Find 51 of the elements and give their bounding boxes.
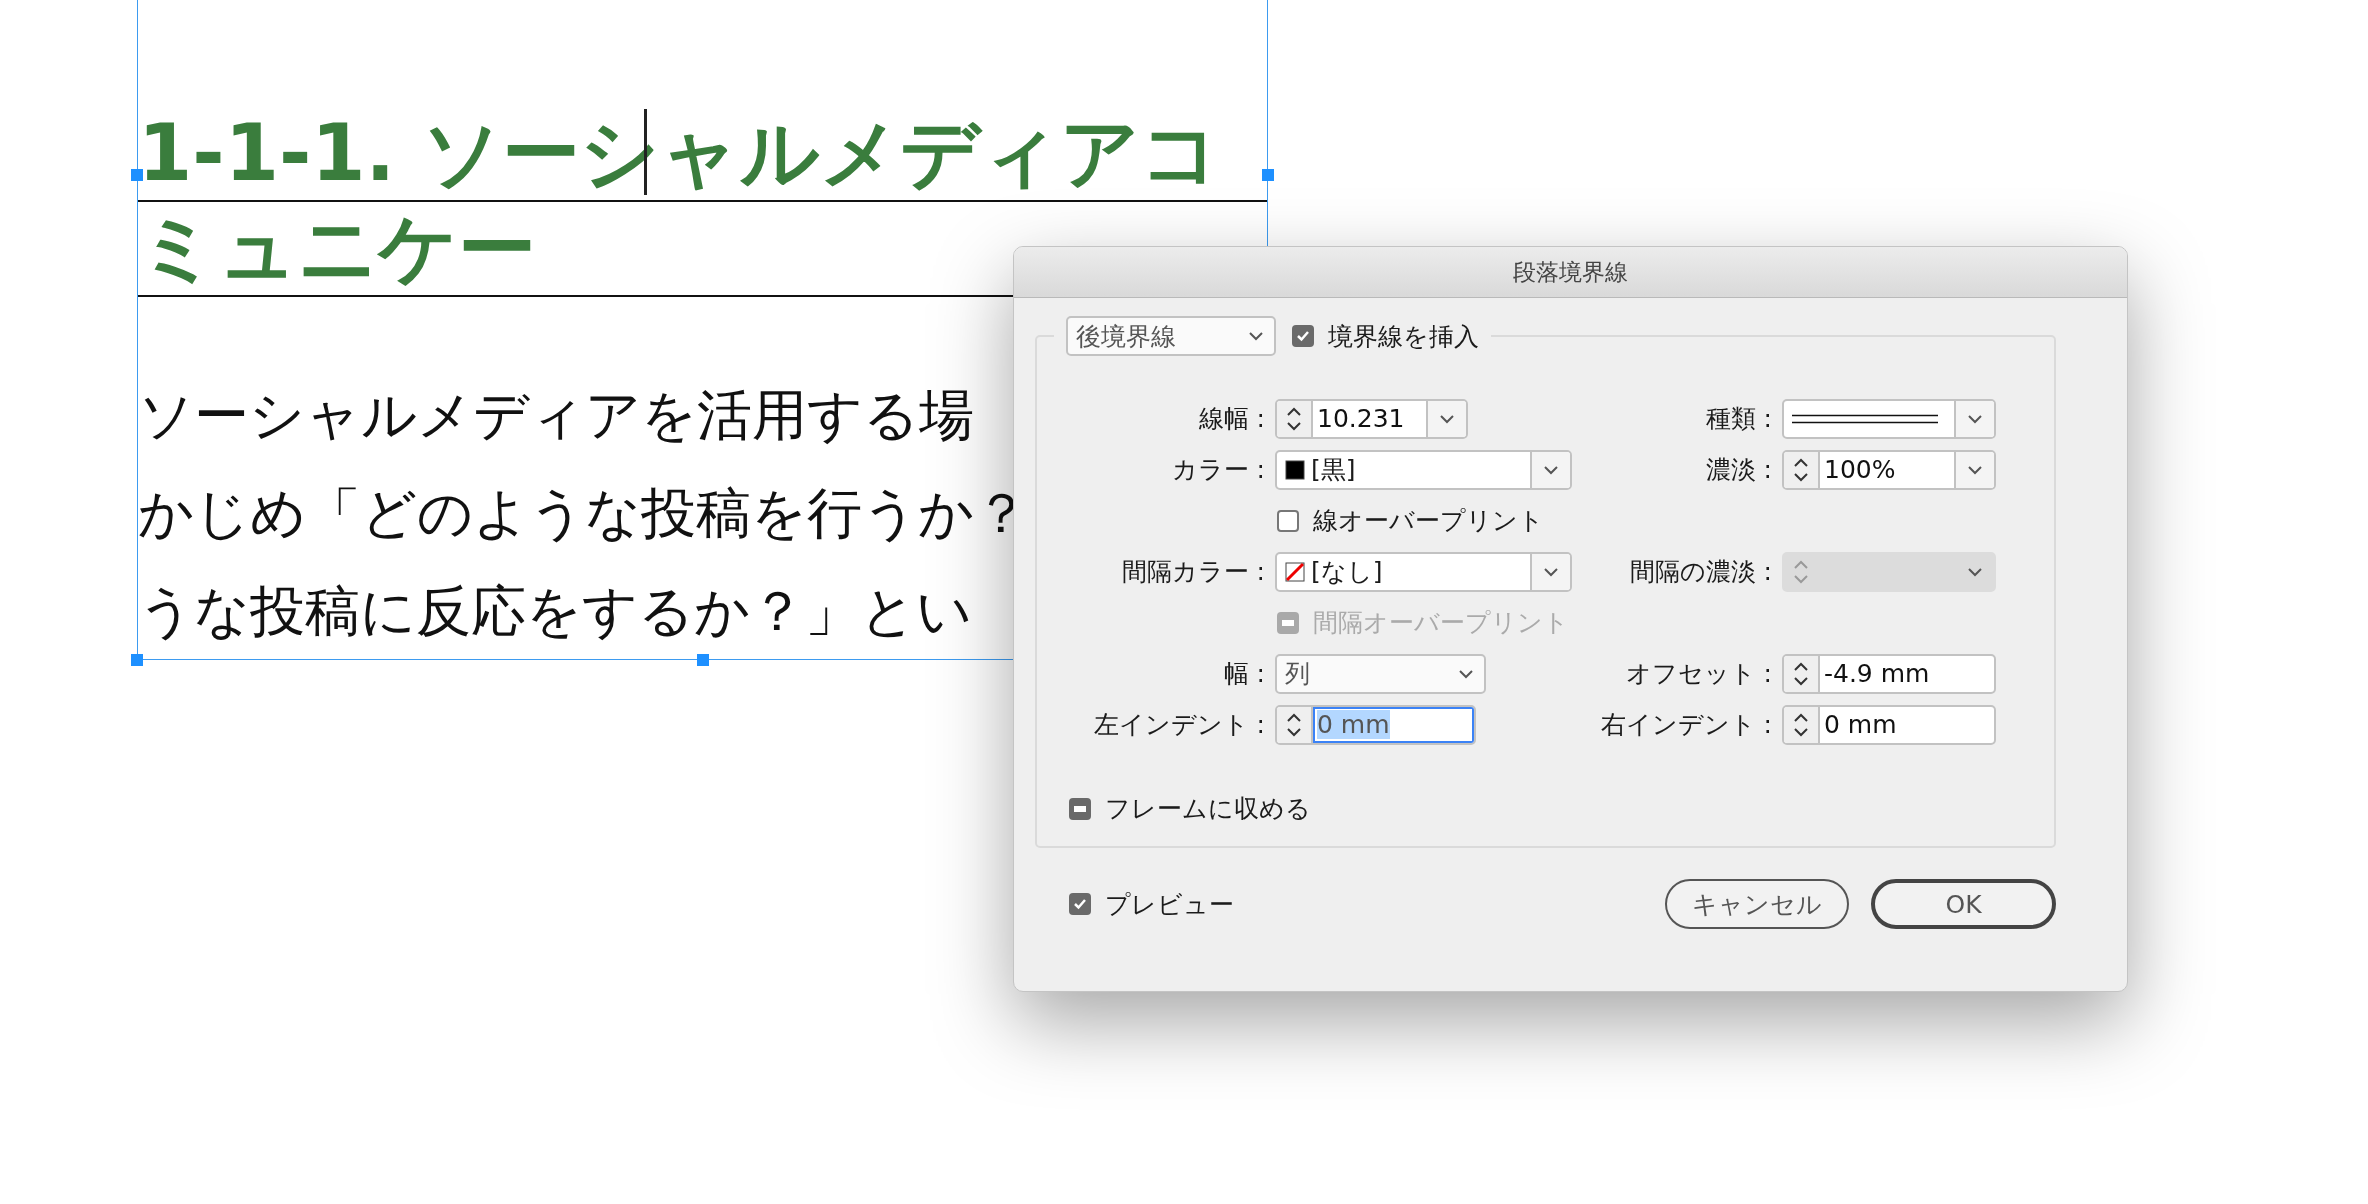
field-label: 濃淡 : <box>1705 454 1772 486</box>
chevron-down-icon <box>1967 566 1983 577</box>
checkbox[interactable] <box>1277 509 1299 532</box>
number-stepper-field[interactable]: 0 mm <box>1782 704 1996 745</box>
field-label: 左インデント : <box>1093 709 1265 741</box>
field-label: 種類 : <box>1705 403 1772 435</box>
checkbox[interactable] <box>1069 893 1091 915</box>
checkbox-label: 境界線を挿入 <box>1328 320 1479 353</box>
chevron-down-icon <box>1248 331 1264 341</box>
checkbox-label: フレームに収める <box>1105 793 1311 825</box>
body-text-line: うな投稿に反応をするか？」とい <box>138 578 972 645</box>
field-label: 幅 : <box>1223 658 1265 690</box>
number-stepper-field[interactable]: 10.231 <box>1275 398 1468 439</box>
chevron-down-icon <box>1458 668 1474 679</box>
checkbox-label: 線オーバープリント <box>1313 505 1544 537</box>
field-label: 間隔カラー : <box>1121 556 1265 588</box>
field-label: 線幅 : <box>1198 403 1265 435</box>
checkmark-icon <box>1296 330 1310 342</box>
checkbox[interactable] <box>1292 325 1314 347</box>
field-label: オフセット : <box>1625 658 1772 690</box>
selection-handle[interactable] <box>1262 169 1274 181</box>
chevron-down-icon <box>1543 566 1559 577</box>
selection-handle[interactable] <box>697 654 709 666</box>
body-text-line: ソーシャルメディアを活用する場 <box>138 382 974 449</box>
selection-handle[interactable] <box>131 654 143 666</box>
number-stepper-field[interactable]: -4.9 mm <box>1782 653 1996 694</box>
dropdown[interactable]: 列 <box>1275 653 1486 694</box>
dropdown[interactable]: 後境界線 <box>1066 316 1276 356</box>
line-style-dropdown[interactable] <box>1782 398 1996 439</box>
ok-button[interactable]: OK <box>1871 879 2056 929</box>
checkbox-label: 間隔オーバープリント <box>1313 607 1569 639</box>
checkbox-label: プレビュー <box>1105 888 1234 921</box>
field-label: 右インデント : <box>1600 709 1772 741</box>
number-stepper-field[interactable]: 100% <box>1782 449 1996 490</box>
checkbox[interactable] <box>1069 797 1091 820</box>
dash-icon <box>1074 805 1086 812</box>
selection-handle[interactable] <box>131 169 143 181</box>
color-dropdown[interactable]: [黒] <box>1275 449 1572 490</box>
checkmark-icon <box>1073 898 1087 910</box>
chevron-down-icon <box>1543 464 1559 475</box>
dialog-title: 段落境界線 <box>1513 257 1628 287</box>
body-text-line: かじめ「どのような投稿を行うか？ <box>138 480 1029 547</box>
field-label: 間隔の濃淡 : <box>1629 556 1772 588</box>
field-label: カラー : <box>1171 454 1265 486</box>
cancel-button[interactable]: キャンセル <box>1665 879 1849 929</box>
number-stepper-field[interactable]: 0 mm <box>1275 704 1476 745</box>
chevron-down-icon <box>1967 413 1983 424</box>
chevron-down-icon <box>1439 413 1455 424</box>
dash-icon <box>1282 619 1294 626</box>
chevron-down-icon <box>1967 464 1983 475</box>
color-dropdown[interactable]: [なし] <box>1275 551 1572 592</box>
